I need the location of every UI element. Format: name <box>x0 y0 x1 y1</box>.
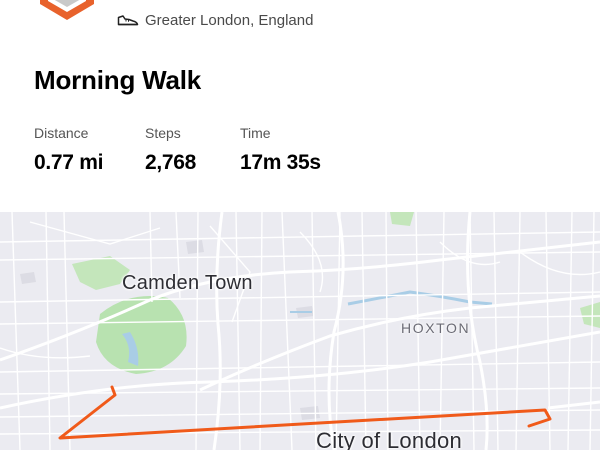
activity-header: Greater London, England Morning Walk Dis… <box>0 0 600 212</box>
map-label-city-of-london: City of London <box>316 428 463 450</box>
activity-location: Greater London, England <box>117 10 313 30</box>
stat-steps: Steps 2,768 <box>145 125 196 175</box>
park-area <box>390 212 414 226</box>
location-text: Greater London, England <box>145 11 314 29</box>
stat-time-value: 17m 35s <box>240 151 321 174</box>
stat-distance-label: Distance <box>34 125 89 141</box>
activity-badge-icon <box>40 0 94 20</box>
stat-time: Time 17m 35s <box>240 125 321 175</box>
route-map[interactable]: Camden Town HOXTON City of London <box>0 212 600 450</box>
stat-time-label: Time <box>240 125 271 141</box>
walking-shoe-icon <box>117 15 139 26</box>
map-canvas[interactable] <box>0 212 600 450</box>
stat-steps-label: Steps <box>145 125 181 141</box>
stat-distance-value: 0.77 mi <box>34 151 104 174</box>
stat-distance: Distance 0.77 mi <box>34 125 103 175</box>
map-label-hoxton: HOXTON <box>401 320 471 336</box>
activity-title[interactable]: Morning Walk <box>34 65 201 96</box>
athlete-name-cut <box>144 0 316 4</box>
stat-steps-value: 2,768 <box>145 151 197 174</box>
map-label-camden-town: Camden Town <box>122 272 253 294</box>
